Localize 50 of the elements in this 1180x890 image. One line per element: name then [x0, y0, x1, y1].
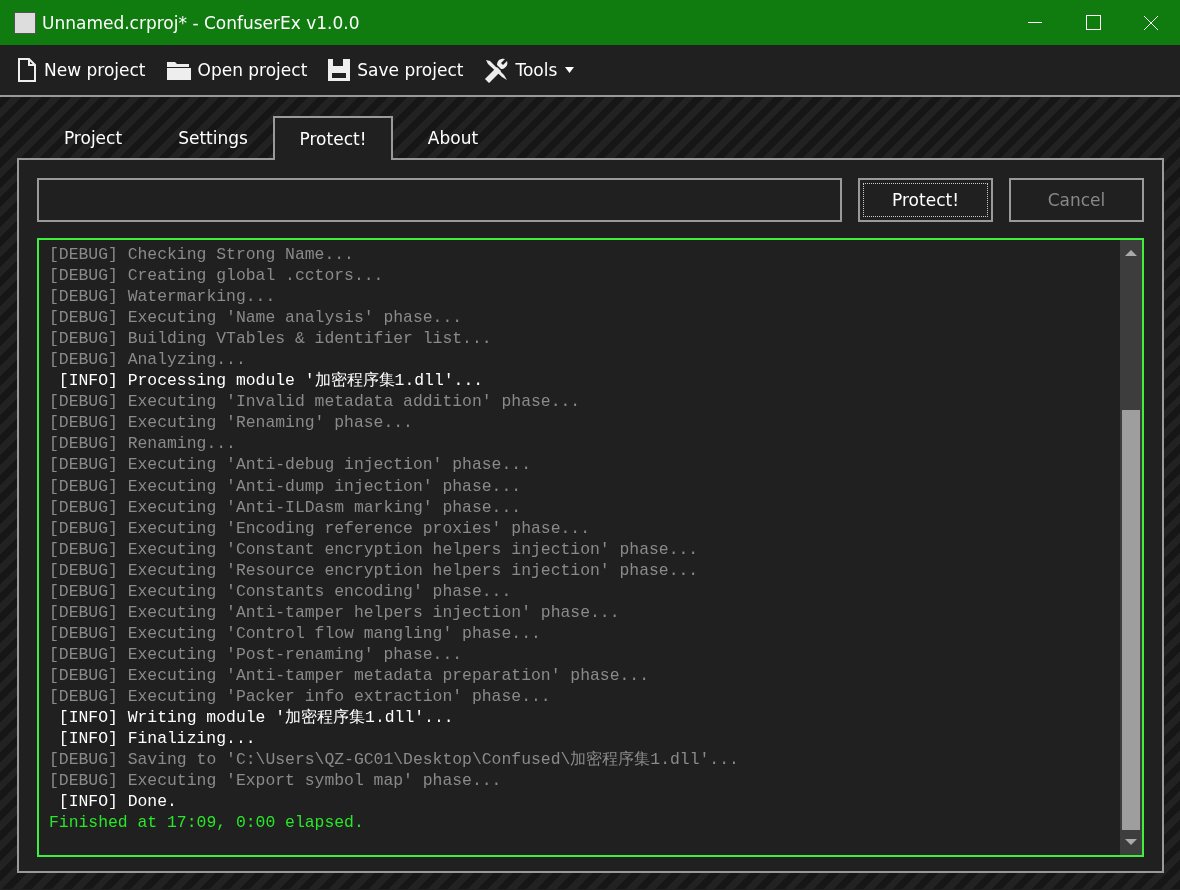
log-line: [DEBUG] Creating global .cctors...: [49, 265, 385, 287]
document-icon: [16, 58, 38, 82]
window-title: Unnamed.crproj* - ConfuserEx v1.0.0: [42, 12, 361, 33]
log-line: [DEBUG] Executing 'Constant encryption helpers injection' phase...: [49, 538, 700, 560]
log-line: [DEBUG] Executing 'Anti-ILDasm marking' phase...: [49, 496, 523, 518]
log-line: [DEBUG] Executing 'Anti-tamper helpers injection' phase...: [49, 601, 621, 623]
tools-icon: [483, 57, 510, 83]
log-line: [DEBUG] Saving to 'C:\Users\QZ-GC01\Desktop\Confused\加密程序集1.dll'...: [49, 749, 740, 771]
scrollbar[interactable]: [1120, 240, 1142, 855]
tab[interactable]: Project: [33, 116, 153, 158]
toolbar-button[interactable]: New project: [16, 58, 146, 82]
log-line: [DEBUG] Analyzing...: [49, 349, 247, 371]
action-button[interactable]: Protect!: [858, 178, 993, 222]
log-line: [DEBUG] Renaming...: [49, 433, 237, 455]
log-line: [DEBUG] Executing 'Post-renaming' phase...: [49, 643, 464, 665]
caret-icon: [565, 67, 575, 73]
log-line: [DEBUG] Executing 'Encoding reference proxies' phase...: [49, 517, 591, 539]
close-icon[interactable]: [1143, 14, 1159, 31]
log-line: [DEBUG] Executing 'Anti-debug injection' phase...: [49, 454, 532, 476]
log-line: [DEBUG] Executing 'Name analysis' phase...: [49, 307, 464, 329]
scroll-up-icon[interactable]: [1125, 249, 1137, 257]
scrollbar-thumb[interactable]: [1122, 410, 1140, 830]
tab[interactable]: Settings: [153, 116, 273, 158]
maximize-icon[interactable]: [1085, 15, 1101, 30]
toolbar-button[interactable]: Open project: [165, 59, 308, 81]
log-line: [DEBUG] Building VTables & identifier list...: [49, 328, 493, 350]
log-line: [INFO] Done.: [57, 791, 178, 813]
scroll-down-icon[interactable]: [1125, 838, 1137, 846]
log-line: [DEBUG] Executing 'Anti-dump injection' phase...: [49, 475, 523, 497]
toolbar-button[interactable]: Save project: [327, 58, 464, 82]
log-line: [DEBUG] Executing 'Anti-tamper metadata preparation' phase...: [49, 664, 650, 686]
folder-icon: [165, 59, 192, 81]
log-line: [DEBUG] Watermarking...: [49, 286, 277, 308]
log-line: [INFO] Finalizing...: [57, 728, 257, 750]
log-line: [DEBUG] Executing 'Export symbol map' phase...: [49, 770, 503, 792]
toolbar-button[interactable]: Tools: [483, 57, 575, 83]
app-icon: [14, 11, 36, 34]
log-line: Finished at 17:09, 0:00 elapsed.: [49, 812, 365, 834]
log-line: [INFO] Processing module '加密程序集1.dll'...: [57, 370, 485, 392]
log-line: [DEBUG] Executing 'Renaming' phase...: [49, 412, 414, 434]
log-line: [DEBUG] Executing 'Resource encryption helpers injection' phase...: [49, 559, 700, 581]
minimize-icon[interactable]: [1028, 21, 1042, 24]
log-line: [DEBUG] Executing 'Packer info extraction' phase...: [49, 686, 552, 708]
log-line: [DEBUG] Checking Strong Name...: [49, 244, 355, 266]
log-line: [DEBUG] Executing 'Control flow mangling' phase...: [49, 622, 542, 644]
log-line: [DEBUG] Executing 'Invalid metadata addition' phase...: [49, 391, 582, 413]
log-line: [DEBUG] Executing 'Constants encoding' phase...: [49, 580, 513, 602]
log-line: [INFO] Writing module '加密程序集1.dll'...: [57, 707, 455, 729]
tab[interactable]: Protect!: [273, 116, 393, 160]
tab[interactable]: About: [393, 116, 513, 158]
